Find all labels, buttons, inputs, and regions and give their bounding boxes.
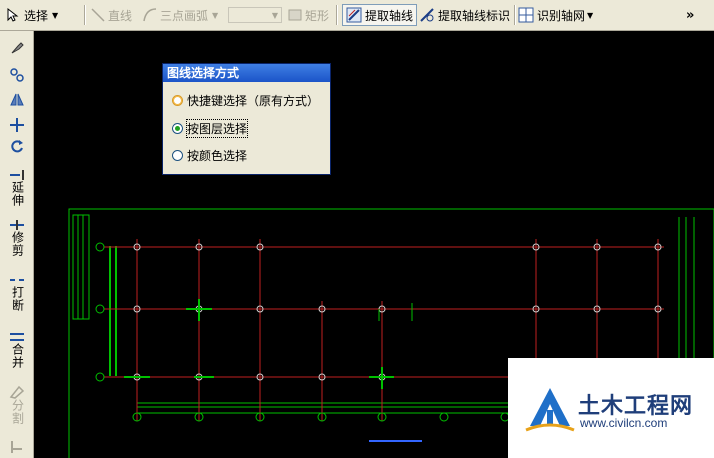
radio-button[interactable] xyxy=(172,95,183,106)
copy-icon xyxy=(10,68,24,82)
arc-tool[interactable]: 三点画弧 ▼ xyxy=(142,4,218,26)
edit-toolbar: 延伸 修剪 打断 合并 分割 xyxy=(0,31,34,458)
move-icon xyxy=(10,118,24,132)
merge-tool[interactable]: 合并 xyxy=(8,331,26,369)
radio-option-by-layer[interactable]: 按图层选择 xyxy=(172,119,249,138)
select-tool[interactable]: 选择 ▼ xyxy=(4,4,58,26)
radio-option-by-color[interactable]: 按颜色选择 xyxy=(172,147,247,164)
rectangle-icon xyxy=(288,9,302,21)
line-selection-dialog: 图线选择方式 快捷键选择（原有方式） 按图层选择 按颜色选择 xyxy=(162,63,331,175)
split-tool[interactable]: 分割 xyxy=(8,385,26,425)
mirror-tool[interactable] xyxy=(8,91,26,107)
split-icon xyxy=(9,385,25,399)
extend-tool[interactable]: 延伸 xyxy=(8,169,26,207)
radio-option-shortcut[interactable]: 快捷键选择（原有方式） xyxy=(172,92,319,109)
extract-axis-icon xyxy=(346,7,362,23)
line-label: 直线 xyxy=(108,8,133,23)
extract-axis-label: 提取轴线 xyxy=(365,8,414,23)
chevron-down-icon: ▼ xyxy=(212,10,219,20)
break-label: 打断 xyxy=(10,286,25,312)
watermark: 土木工程网 www.civilcn.com xyxy=(508,358,714,458)
rotate-tool[interactable] xyxy=(8,139,26,155)
extend-icon xyxy=(10,170,24,180)
toolbar-overflow-button[interactable]: » xyxy=(686,4,694,26)
watermark-url: www.civilcn.com xyxy=(580,416,668,430)
radio-button[interactable] xyxy=(172,123,183,134)
radio-button[interactable] xyxy=(172,150,183,161)
break-tool[interactable]: 打断 xyxy=(8,274,26,312)
dialog-title: 图线选择方式 xyxy=(163,64,330,82)
main-toolbar: 选择 ▼ 直线 三点画弧 ▼ ▼ 矩形 提取轴线 提取轴线标识 识别轴网 ▼ » xyxy=(0,0,714,31)
chevron-down-icon: ▼ xyxy=(52,10,59,20)
break-icon xyxy=(10,279,24,281)
arc-icon xyxy=(143,8,157,22)
align-tool[interactable] xyxy=(8,439,26,455)
trim-icon xyxy=(10,220,24,230)
line-icon xyxy=(91,8,105,22)
option-label: 按颜色选择 xyxy=(187,149,248,163)
option-label: 快捷键选择（原有方式） xyxy=(187,94,320,108)
move-tool[interactable] xyxy=(8,117,26,133)
extract-axis-mark-icon xyxy=(420,8,434,22)
trim-tool[interactable]: 修剪 xyxy=(8,219,26,257)
cursor-arrow-icon xyxy=(7,7,19,22)
arc-label: 三点画弧 xyxy=(160,8,209,23)
rotate-icon xyxy=(11,140,23,153)
merge-label: 合并 xyxy=(10,343,25,369)
brush-icon xyxy=(11,42,24,54)
paint-tool[interactable] xyxy=(8,39,26,55)
identify-grid-icon xyxy=(518,7,534,23)
copy-tool[interactable] xyxy=(8,67,26,83)
option-label: 按图层选择 xyxy=(185,119,249,138)
identify-grid-button[interactable]: 识别轴网 ▼ xyxy=(518,4,593,26)
select-label: 选择 xyxy=(24,8,49,23)
chevron-down-icon: ▼ xyxy=(587,10,594,20)
civilcn-logo-icon xyxy=(525,388,575,432)
align-icon xyxy=(11,441,22,453)
extract-axis-mark-label: 提取轴线标识 xyxy=(438,8,511,23)
split-label: 分割 xyxy=(10,399,25,425)
mirror-icon xyxy=(10,93,24,106)
arc-option-dropdown[interactable]: ▼ xyxy=(228,7,282,23)
chevron-down-icon: ▼ xyxy=(271,10,278,20)
extract-axis-button[interactable]: 提取轴线 xyxy=(342,4,418,26)
trim-label: 修剪 xyxy=(10,231,25,257)
merge-icon xyxy=(10,333,24,341)
extract-axis-mark-button[interactable]: 提取轴线标识 xyxy=(419,4,510,26)
extend-label: 延伸 xyxy=(10,181,25,207)
rect-tool[interactable]: 矩形 xyxy=(288,4,329,26)
rect-label: 矩形 xyxy=(305,8,330,23)
line-tool[interactable]: 直线 xyxy=(90,4,132,26)
identify-grid-label: 识别轴网 xyxy=(537,8,586,23)
